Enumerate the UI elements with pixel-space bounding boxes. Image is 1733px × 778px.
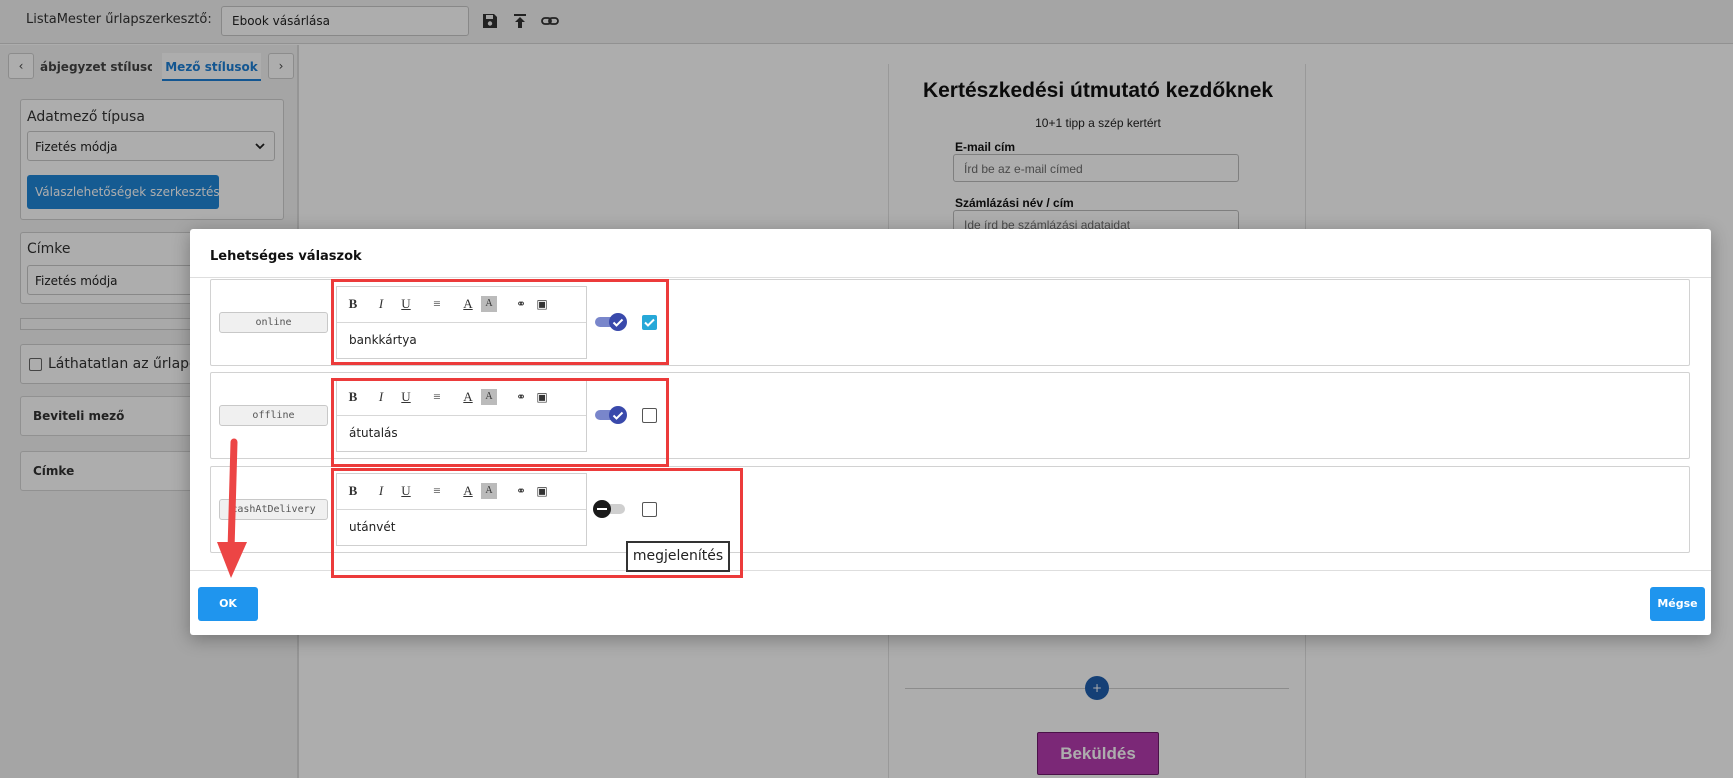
red-arrow-annotation xyxy=(217,438,247,578)
modal-title: Lehetséges válaszok xyxy=(210,249,362,264)
answer-code: online xyxy=(219,312,328,333)
cancel-button[interactable]: Mégse xyxy=(1650,587,1705,621)
show-toggle-tooltip: megjelenítés xyxy=(626,541,730,572)
highlight-box xyxy=(331,279,669,365)
modal-header-divider xyxy=(190,277,1711,278)
highlight-box xyxy=(331,378,669,467)
ok-button[interactable]: OK xyxy=(198,587,258,621)
answer-code: offline xyxy=(219,405,328,426)
